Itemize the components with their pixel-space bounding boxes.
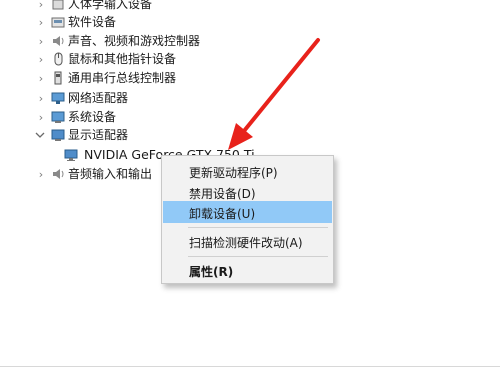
red-arrow-annotation	[228, 38, 320, 150]
divider	[0, 366, 500, 367]
